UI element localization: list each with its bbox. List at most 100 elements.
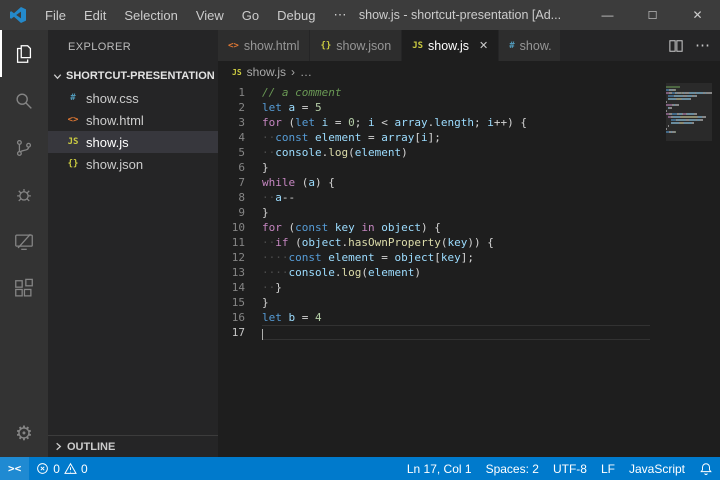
problems-status[interactable]: 0 0 [29, 457, 94, 480]
activity-settings[interactable]: ⚙ [0, 410, 48, 457]
tab-label: show.html [244, 39, 300, 53]
status-indentation[interactable]: Spaces: 2 [479, 457, 546, 480]
maximize-button[interactable]: ☐ [630, 0, 675, 30]
file-show.js[interactable]: JSshow.js [48, 131, 218, 153]
notifications-bell[interactable] [692, 457, 720, 480]
status-eol[interactable]: LF [594, 457, 622, 480]
code-area[interactable]: // a commentlet a = 5for (let i = 0; i <… [256, 85, 720, 457]
code-line[interactable]: ··console.log(element) [262, 145, 650, 160]
split-editor-icon[interactable] [669, 39, 683, 53]
status-right: Ln 17, Col 1Spaces: 2UTF-8LFJavaScript [400, 457, 720, 480]
token: ···· [262, 251, 289, 264]
title-bar: FileEditSelectionViewGoDebug⋯ show.js - … [0, 0, 720, 30]
tab-show.html[interactable]: <>show.html [218, 30, 310, 61]
activity-source-control[interactable] [0, 124, 48, 171]
token: array [395, 116, 428, 129]
gutter: 1234567891011121314151617 [218, 85, 256, 457]
menu-edit[interactable]: Edit [75, 0, 115, 30]
token [308, 131, 315, 144]
tab-label: show.json [336, 39, 391, 53]
activity-extensions[interactable] [0, 265, 48, 312]
token: ···· [262, 266, 289, 279]
tab-show.[interactable]: #show. [499, 30, 561, 61]
code-line[interactable]: let b = 4 [262, 310, 650, 325]
code-line[interactable]: let a = 5 [262, 100, 650, 115]
line-number: 7 [238, 175, 245, 190]
code-line[interactable]: } [262, 160, 650, 175]
minimap-token [695, 95, 697, 97]
code-line[interactable]: ····console.log(element) [262, 265, 650, 280]
menu-view[interactable]: View [187, 0, 233, 30]
token: )) { [467, 236, 494, 249]
activity-explorer[interactable] [0, 30, 48, 77]
minimap-token [677, 119, 685, 121]
code-line[interactable]: } [262, 205, 650, 220]
minimize-button[interactable]: — [585, 0, 630, 30]
minimap-token [675, 95, 683, 97]
folder-shortcut-presentation[interactable]: SHORTCUT-PRESENTATION [48, 65, 218, 87]
token: } [262, 206, 269, 219]
code-line[interactable]: for (let i = 0; i < array.length; i++) { [262, 115, 650, 130]
menu-file[interactable]: File [36, 0, 75, 30]
token: i [421, 131, 428, 144]
minimap-line [666, 113, 712, 115]
token: [ [434, 251, 441, 264]
breadcrumb-file[interactable]: show.js [247, 65, 286, 79]
menu-debug[interactable]: Debug [268, 0, 324, 30]
status-cursor-position[interactable]: Ln 17, Col 1 [400, 457, 479, 480]
code-line[interactable]: ··a-- [262, 190, 650, 205]
minimap-token [675, 104, 678, 106]
file-show.html[interactable]: <>show.html [48, 109, 218, 131]
status-bar: >< 0 0 Ln 17, Col 1Spaces: 2UTF-8LFJavaS… [0, 457, 720, 480]
line-number: 12 [232, 250, 245, 265]
close-button[interactable]: ✕ [675, 0, 720, 30]
file-show.css[interactable]: #show.css [48, 87, 218, 109]
close-tab-icon[interactable]: ✕ [479, 39, 488, 52]
breadcrumb-separator: › [291, 65, 295, 79]
token: console [289, 266, 335, 279]
code-line[interactable]: } [262, 295, 650, 310]
token: in [361, 221, 374, 234]
minimap-token [689, 119, 696, 121]
error-count: 0 [53, 462, 60, 476]
code-line[interactable]: ··if (object.hasOwnProperty(key)) { [262, 235, 650, 250]
file-show.json[interactable]: {}show.json [48, 153, 218, 175]
code-line[interactable]: // a comment [262, 85, 650, 100]
more-actions-icon[interactable]: ⋯ [695, 38, 710, 53]
token: ) { [421, 221, 441, 234]
code-line[interactable]: for (const key in object) { [262, 220, 650, 235]
file-name: show.css [86, 91, 139, 106]
activity-debug[interactable] [0, 171, 48, 218]
code-line[interactable]: ··const element = array[i]; [262, 130, 650, 145]
remote-indicator[interactable]: >< [0, 457, 29, 480]
minimap[interactable] [666, 83, 712, 457]
explorer-icon [13, 43, 35, 65]
status-language-mode[interactable]: JavaScript [622, 457, 692, 480]
token: ( [289, 236, 302, 249]
code-line[interactable]: ··} [262, 280, 650, 295]
minimap-line [666, 122, 712, 124]
tab-label: show.js [428, 39, 469, 53]
tab-show.json[interactable]: {} show.json [310, 30, 402, 61]
menu-selection[interactable]: Selection [115, 0, 186, 30]
menu-go[interactable]: Go [233, 0, 268, 30]
source-control-icon [13, 137, 35, 159]
tab-show.js[interactable]: JSshow.js✕ [402, 30, 499, 61]
breadcrumb-more[interactable]: … [300, 65, 312, 79]
outline-section[interactable]: OUTLINE [48, 435, 218, 457]
code-line[interactable]: while (a) { [262, 175, 650, 190]
text-cursor [262, 329, 263, 340]
file-type-icon: {} [320, 41, 331, 51]
token: element [355, 146, 401, 159]
token: element [315, 131, 361, 144]
token: key [441, 251, 461, 264]
code-line[interactable] [262, 325, 650, 340]
activity-remote-explorer[interactable] [0, 218, 48, 265]
minimap-line [666, 125, 712, 127]
activity-search[interactable] [0, 77, 48, 124]
code-line[interactable]: ····const element = object[key]; [262, 250, 650, 265]
line-number: 3 [238, 115, 245, 130]
minimap-line [666, 110, 712, 112]
status-encoding[interactable]: UTF-8 [546, 457, 594, 480]
minimap-token [669, 107, 671, 109]
